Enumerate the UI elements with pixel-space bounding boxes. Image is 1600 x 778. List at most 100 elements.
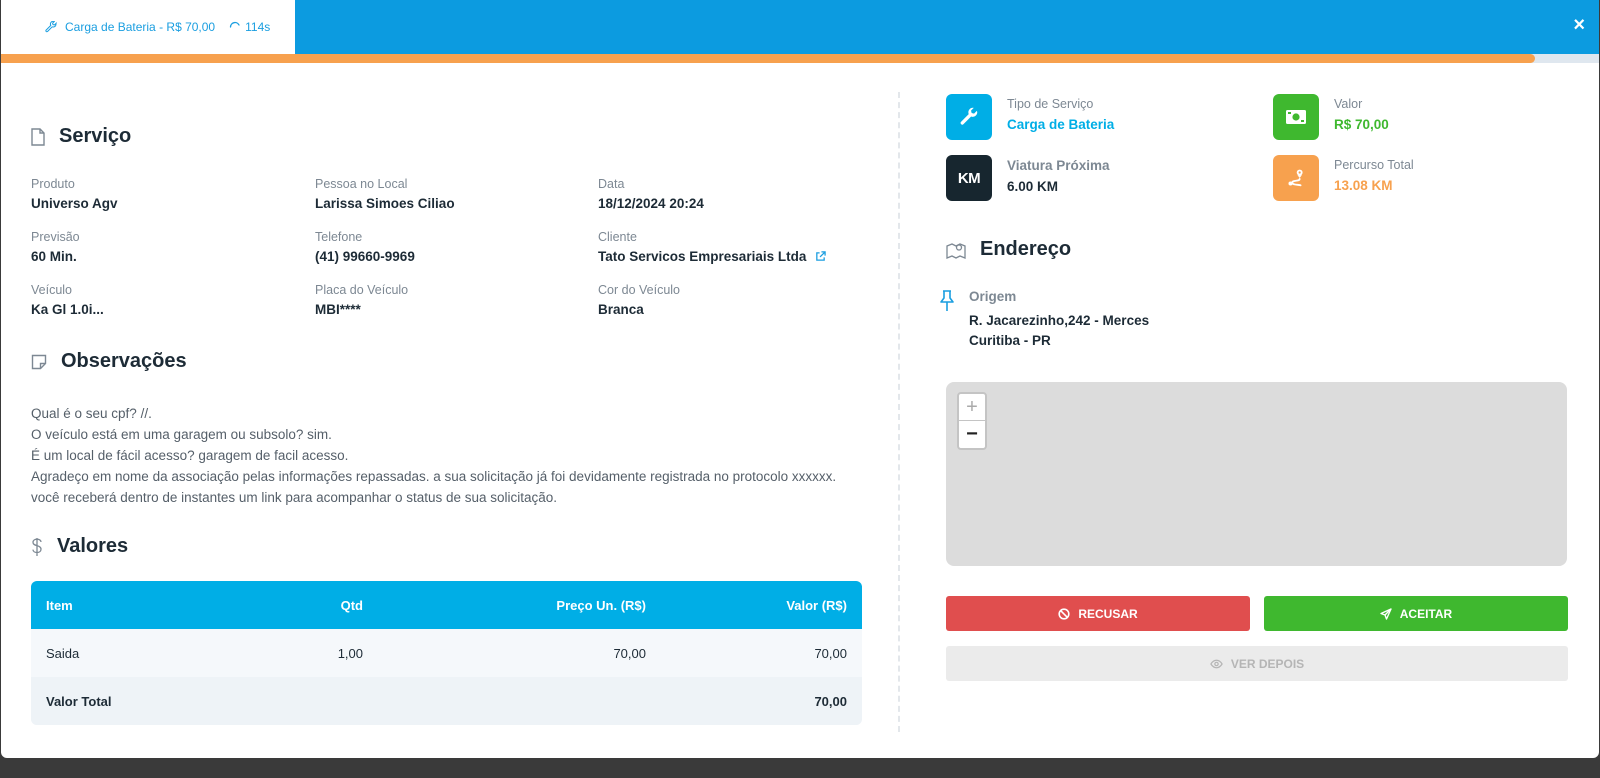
send-icon — [1380, 607, 1392, 620]
cell-item: Saida — [46, 645, 80, 661]
countdown-progress — [1, 54, 1599, 63]
field-label: Data — [598, 177, 625, 191]
obs-line: O veículo está em uma garagem ou subsolo… — [31, 427, 332, 442]
valor-value: R$ 70,00 — [1334, 117, 1389, 132]
pin-icon — [940, 290, 954, 311]
route-map[interactable]: + − — [946, 382, 1567, 566]
obs-line: você receberá dentro de instantes um lin… — [31, 490, 558, 505]
dollar-icon — [32, 537, 42, 556]
aceitar-button[interactable]: ACEITAR — [1264, 596, 1568, 631]
background-overlay — [0, 758, 1600, 778]
endereco-title-text: Endereço — [980, 238, 1072, 260]
tipo-value: Carga de Bateria — [1007, 117, 1115, 132]
field-value: MBI**** — [315, 302, 361, 317]
field-data: Data 18/12/2024 20:24 — [598, 177, 704, 211]
total-value: 70,00 — [814, 693, 847, 709]
cliente-name: Tato Servicos Empresariais Ltda — [598, 249, 807, 264]
field-label: Previsão — [31, 230, 80, 244]
ban-icon — [1058, 607, 1070, 620]
viatura-label: Viatura Próxima — [1007, 158, 1110, 173]
wrench-icon — [45, 21, 57, 33]
spinner-icon — [229, 21, 240, 28]
zoom-out-button[interactable]: − — [959, 421, 985, 448]
viatura-value: 6.00 KM — [1007, 179, 1059, 194]
field-value: Larissa Simoes Ciliao — [315, 196, 455, 211]
percurso-value: 13.08 KM — [1334, 178, 1393, 193]
servico-title-text: Serviço — [59, 125, 132, 147]
ver-depois-button[interactable]: VER DEPOIS — [946, 646, 1568, 681]
col-header-valor: Valor (R$) — [786, 597, 847, 613]
observacoes-title-text: Observações — [61, 350, 187, 372]
field-previsao: Previsão 60 Min. — [31, 230, 80, 264]
wrench-icon — [946, 94, 992, 140]
map-icon — [946, 242, 966, 259]
table-row: Saida 1,00 70,00 70,00 — [31, 629, 862, 677]
valores-table: Item Qtd Preço Un. (R$) Valor (R$) Saida… — [31, 581, 862, 725]
field-cor: Cor do Veículo Branca — [598, 283, 680, 317]
zoom-in-button[interactable]: + — [959, 394, 985, 421]
tab-service-price: - R$ 70,00 — [155, 20, 216, 34]
recusar-button[interactable]: RECUSAR — [946, 596, 1250, 631]
service-tab[interactable]: Carga de Bateria - R$ 70,00 114s — [1, 0, 295, 54]
ver-depois-label: VER DEPOIS — [1230, 656, 1305, 671]
recusar-label: RECUSAR — [1078, 606, 1138, 621]
km-icon: KM — [946, 155, 992, 201]
field-value: 60 Min. — [31, 249, 77, 264]
cell-preco: 70,00 — [613, 645, 646, 661]
valor-label: Valor — [1334, 97, 1363, 111]
table-total-row: Valor Total 70,00 — [31, 677, 862, 725]
observacoes-section-title: Observações — [31, 350, 187, 373]
origem-label: Origem — [969, 289, 1017, 304]
observacoes-text: Qual é o seu cpf? //. O veículo está em … — [31, 403, 861, 508]
tipo-label: Tipo de Serviço — [1007, 97, 1094, 111]
eye-icon — [1210, 659, 1223, 668]
cell-qtd: 1,00 — [337, 645, 363, 661]
modal-header: Carga de Bateria - R$ 70,00 114s × — [1, 0, 1599, 54]
info-valor: Valor R$ 70,00 — [1273, 94, 1389, 140]
valores-section-title: Valores — [31, 535, 128, 558]
field-label: Produto — [31, 177, 75, 191]
countdown-progress-fill — [1, 54, 1536, 63]
info-tipo-servico: Tipo de Serviço Carga de Bateria — [946, 94, 1114, 140]
countdown-timer: 114s — [245, 20, 271, 34]
aceitar-label: ACEITAR — [1399, 606, 1453, 621]
col-header-preco: Preço Un. (R$) — [556, 597, 646, 613]
percurso-label: Percurso Total — [1334, 158, 1414, 172]
servico-section-title: Serviço — [31, 125, 131, 148]
field-value: Ka Gl 1.0i... — [31, 302, 104, 317]
endereco-section-title: Endereço — [946, 238, 1071, 261]
cell-valor: 70,00 — [814, 645, 847, 661]
field-label: Cor do Veículo — [598, 283, 680, 297]
field-cliente: Cliente Tato Servicos Empresariais Ltda — [598, 230, 827, 264]
obs-line: É um local de fácil acesso? garagem de f… — [31, 448, 349, 463]
field-placa: Placa do Veículo MBI**** — [315, 283, 408, 317]
origem-street: R. Jacarezinho,242 - Merces — [969, 313, 1150, 328]
tab-service-name: Carga de Bateria — [65, 20, 156, 34]
origem-address: Origem R. Jacarezinho,242 - Merces Curit… — [939, 289, 1149, 351]
external-link-icon[interactable] — [815, 251, 827, 262]
map-zoom-control: + − — [957, 392, 987, 450]
field-value: Universo Agv — [31, 196, 118, 211]
valores-title-text: Valores — [57, 535, 129, 557]
total-label: Valor Total — [46, 693, 112, 709]
money-icon — [1273, 94, 1319, 140]
field-label: Telefone — [315, 230, 363, 244]
field-value: Tato Servicos Empresariais Ltda — [598, 249, 827, 264]
field-label: Veículo — [31, 283, 73, 297]
field-pessoa-local: Pessoa no Local Larissa Simoes Ciliao — [315, 177, 455, 211]
info-percurso-total: Percurso Total 13.08 KM — [1273, 155, 1414, 201]
field-veiculo: Veículo Ka Gl 1.0i... — [31, 283, 104, 317]
field-label: Pessoa no Local — [315, 177, 408, 191]
close-icon[interactable]: × — [1573, 14, 1585, 36]
note-icon — [31, 354, 47, 369]
field-produto: Produto Universo Agv — [31, 177, 118, 211]
info-viatura-proxima: KM Viatura Próxima 6.00 KM — [946, 155, 1110, 201]
document-icon — [31, 127, 45, 146]
field-value: Branca — [598, 302, 644, 317]
col-header-qtd: Qtd — [340, 597, 363, 613]
field-value: (41) 99660-9969 — [315, 249, 415, 264]
field-value: 18/12/2024 20:24 — [598, 196, 704, 211]
origem-city: Curitiba - PR — [969, 333, 1051, 348]
col-header-item: Item — [46, 597, 73, 613]
route-icon — [1273, 155, 1319, 201]
